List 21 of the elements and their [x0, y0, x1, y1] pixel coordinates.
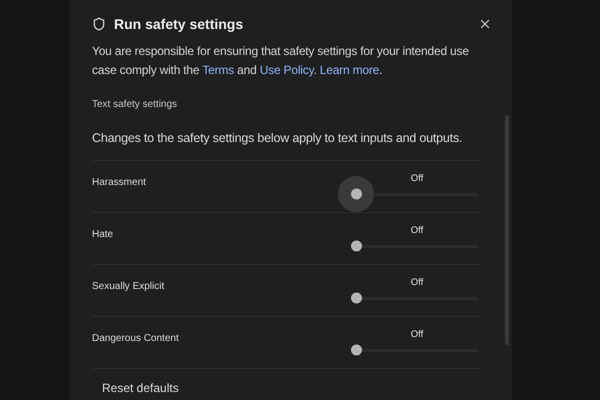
link[interactable]: Use Policy [260, 63, 314, 77]
slider-thumb[interactable] [350, 240, 362, 252]
close-button[interactable] [478, 17, 492, 31]
setting-label: Harassment [92, 176, 146, 190]
slider-reading: Off [410, 224, 424, 238]
reset-defaults-button[interactable]: Reset defaults [102, 378, 179, 397]
slider-reading: Off [410, 276, 424, 290]
slider-reading: Off [410, 328, 424, 342]
setting-label: Dangerous Content [92, 332, 179, 346]
setting-label: Hate [92, 228, 114, 242]
dialog-title: Run safety settings [114, 14, 244, 34]
slider-thumb[interactable] [350, 292, 362, 304]
section-note: Changes to the safety settings below apply to text inputs and outputs. [92, 130, 464, 147]
shield-icon [92, 17, 106, 31]
section-title: Text safety settings [92, 98, 178, 112]
slider-reading: Off [410, 172, 424, 186]
link[interactable]: Terms [202, 63, 234, 77]
link[interactable]: Learn more [320, 63, 380, 77]
intro-text: You are responsible for ensuring that safety settings for your intended use case comply with the Terms and Use Policy. Learn more. [92, 43, 470, 79]
setting-label: Sexually Explicit [92, 280, 164, 294]
slider-thumb[interactable] [350, 344, 362, 356]
